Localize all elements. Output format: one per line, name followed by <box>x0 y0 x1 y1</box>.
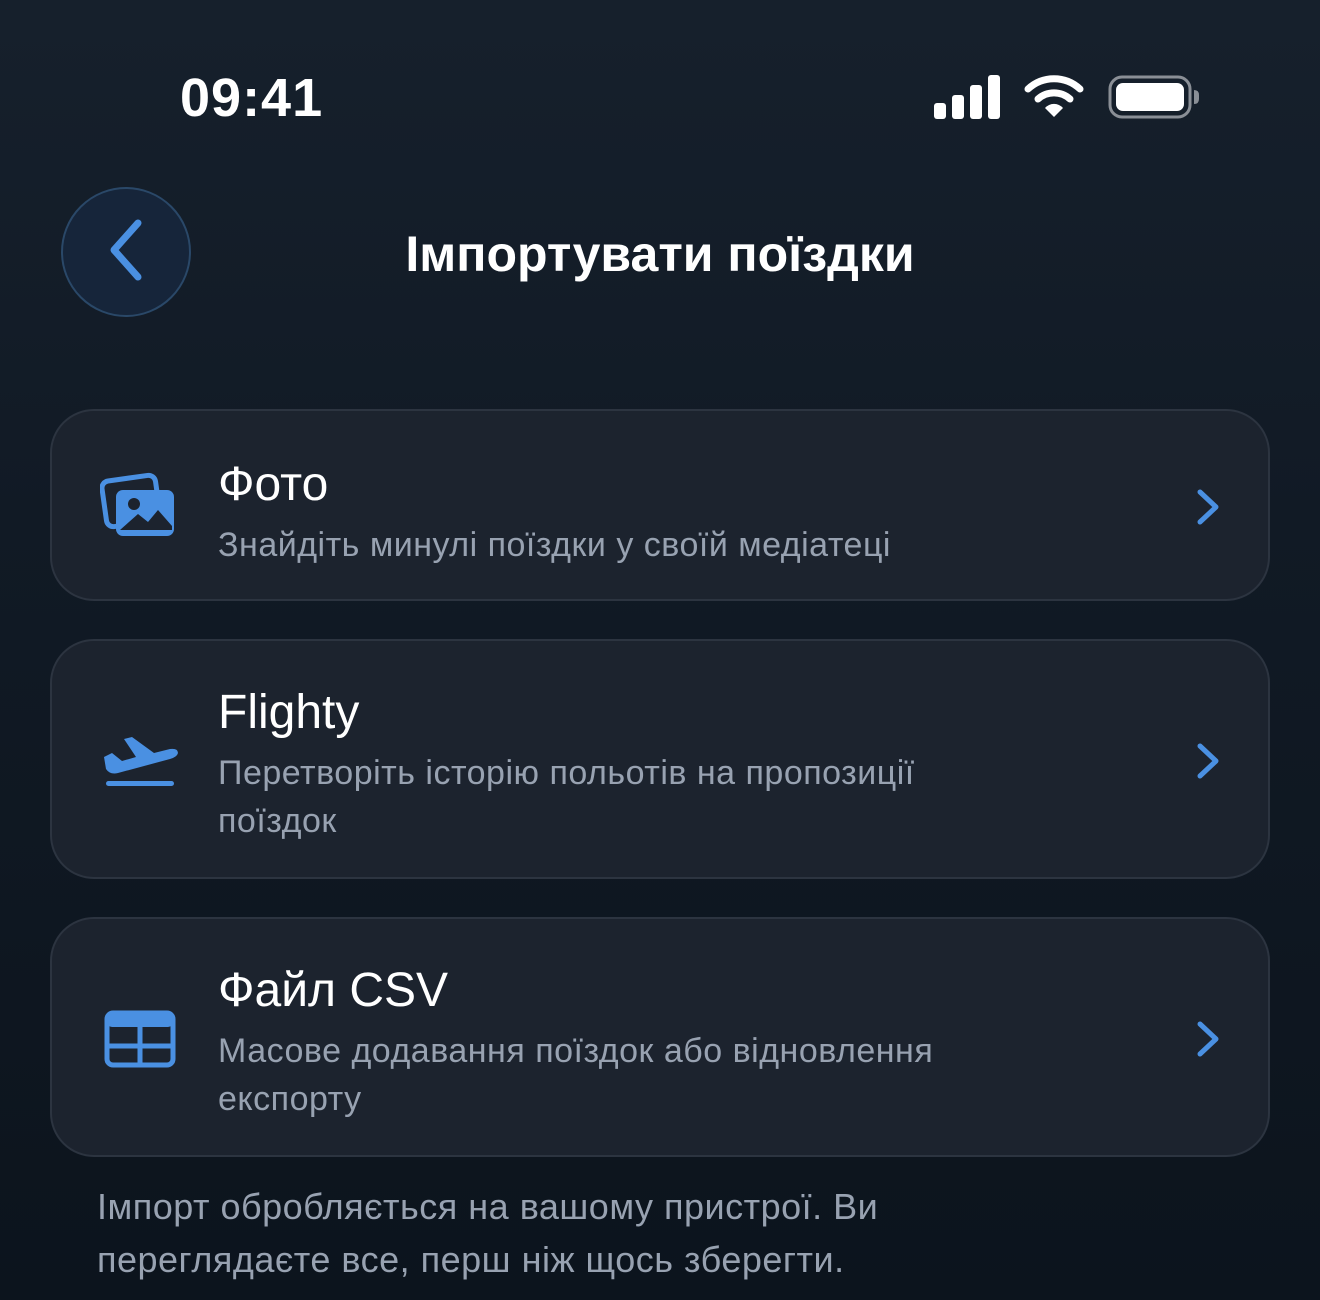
battery-icon <box>1108 75 1200 119</box>
photos-icon <box>100 467 180 547</box>
page-title: Імпортувати поїздки <box>405 226 915 282</box>
status-icons <box>934 74 1200 120</box>
option-title: Файл CSV <box>218 964 449 1017</box>
import-option-photos[interactable]: Фото Знайдіть минулі поїздки у своїй мед… <box>50 409 1270 601</box>
option-text: Flighty Перетворіть історію польотів на … <box>218 685 1008 845</box>
chevron-right-icon <box>1188 741 1228 781</box>
cellular-signal-icon <box>934 75 1000 119</box>
import-option-csv[interactable]: Файл CSV Масове додавання поїздок або ві… <box>50 917 1270 1157</box>
wifi-icon <box>1024 75 1084 119</box>
option-subtitle: Знайдіть минулі поїздки у своїй медіатец… <box>218 526 891 564</box>
airplane-departure-icon <box>100 721 180 801</box>
chevron-right-icon <box>1188 1019 1228 1059</box>
chevron-right-icon <box>1188 487 1228 527</box>
status-time: 09:41 <box>180 68 324 128</box>
option-subtitle: Перетворіть історію польотів на пропозиц… <box>218 754 915 840</box>
option-text: Фото Знайдіть минулі поїздки у своїй мед… <box>218 457 1008 569</box>
option-subtitle: Масове додавання поїздок або відновлення… <box>218 1032 934 1118</box>
option-title: Flighty <box>218 686 360 739</box>
option-text: Файл CSV Масове додавання поїздок або ві… <box>218 963 1008 1123</box>
import-option-flighty[interactable]: Flighty Перетворіть історію польотів на … <box>50 639 1270 879</box>
privacy-note: Імпорт обробляється на вашому пристрої. … <box>97 1186 879 1280</box>
option-title: Фото <box>218 458 329 511</box>
table-icon <box>100 999 180 1079</box>
